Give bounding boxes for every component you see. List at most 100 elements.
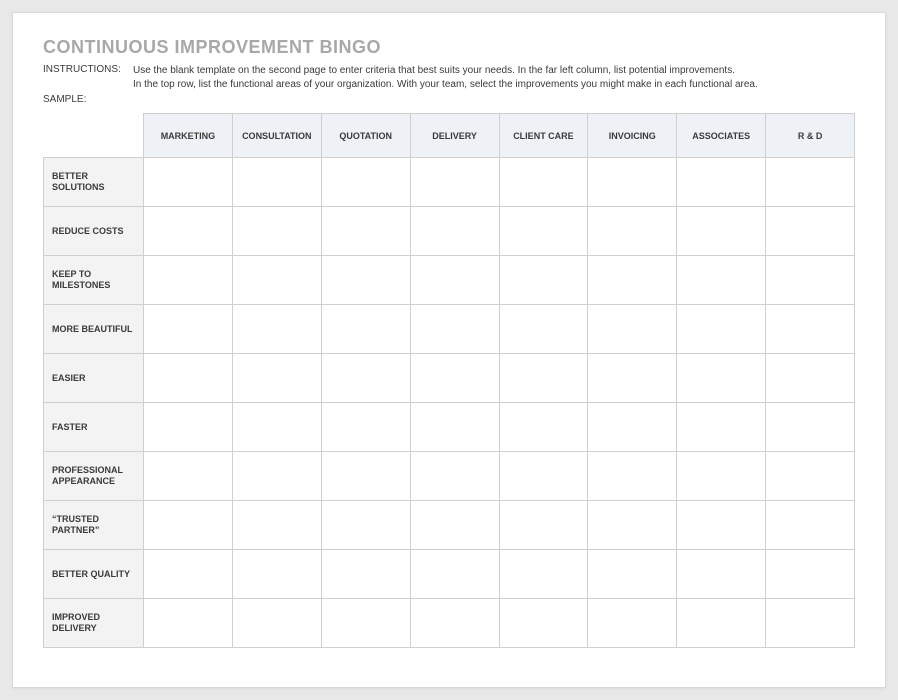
sample-row: SAMPLE: [43, 94, 855, 105]
cell [144, 256, 233, 305]
instructions-row: INSTRUCTIONS: Use the blank template on … [43, 64, 855, 92]
cell [321, 256, 410, 305]
table-row: IMPROVED DELIVERY [44, 599, 855, 648]
row-header: BETTER QUALITY [44, 550, 144, 599]
table-row: EASIER [44, 354, 855, 403]
cell [144, 550, 233, 599]
cell [232, 305, 321, 354]
row-header: PROFESSIONAL APPEARANCE [44, 452, 144, 501]
row-header: KEEP TO MILESTONES [44, 256, 144, 305]
cell [144, 207, 233, 256]
col-header: MARKETING [144, 114, 233, 158]
cell [677, 501, 766, 550]
row-header: MORE BEAUTIFUL [44, 305, 144, 354]
table-body: BETTER SOLUTIONS REDUCE COSTS KEEP TO MI… [44, 158, 855, 648]
col-header: DELIVERY [410, 114, 499, 158]
cell [499, 207, 588, 256]
table-row: FASTER [44, 403, 855, 452]
instructions-line2: In the top row, list the functional area… [133, 79, 758, 90]
sample-label: SAMPLE: [43, 94, 133, 105]
cell [410, 256, 499, 305]
cell [499, 501, 588, 550]
cell [588, 207, 677, 256]
cell [677, 550, 766, 599]
cell [410, 354, 499, 403]
cell [144, 158, 233, 207]
cell [410, 158, 499, 207]
cell [144, 452, 233, 501]
cell [410, 550, 499, 599]
cell [144, 354, 233, 403]
cell [321, 599, 410, 648]
cell [232, 256, 321, 305]
cell [144, 305, 233, 354]
cell [232, 501, 321, 550]
cell [144, 599, 233, 648]
cell [677, 207, 766, 256]
table-corner-cell [44, 114, 144, 158]
cell [232, 452, 321, 501]
cell [588, 305, 677, 354]
col-header: CONSULTATION [232, 114, 321, 158]
cell [766, 501, 855, 550]
cell [321, 501, 410, 550]
instructions-label: INSTRUCTIONS: [43, 64, 133, 92]
cell [410, 207, 499, 256]
cell [499, 305, 588, 354]
cell [766, 599, 855, 648]
cell [321, 354, 410, 403]
cell [588, 452, 677, 501]
cell [588, 550, 677, 599]
cell [588, 256, 677, 305]
cell [588, 501, 677, 550]
col-header: ASSOCIATES [677, 114, 766, 158]
table-row: REDUCE COSTS [44, 207, 855, 256]
cell [588, 403, 677, 452]
cell [410, 305, 499, 354]
cell [677, 599, 766, 648]
bingo-table: MARKETING CONSULTATION QUOTATION DELIVER… [43, 113, 855, 648]
document-page: CONTINUOUS IMPROVEMENT BINGO INSTRUCTION… [12, 12, 886, 688]
cell [499, 599, 588, 648]
cell [499, 550, 588, 599]
table-row: PROFESSIONAL APPEARANCE [44, 452, 855, 501]
cell [410, 452, 499, 501]
cell [499, 354, 588, 403]
col-header: INVOICING [588, 114, 677, 158]
table-row: MORE BEAUTIFUL [44, 305, 855, 354]
cell [766, 550, 855, 599]
cell [321, 403, 410, 452]
row-header: FASTER [44, 403, 144, 452]
cell [410, 501, 499, 550]
instructions-line1: Use the blank template on the second pag… [133, 65, 735, 76]
cell [766, 158, 855, 207]
cell [232, 354, 321, 403]
cell [144, 501, 233, 550]
cell [321, 452, 410, 501]
col-header: CLIENT CARE [499, 114, 588, 158]
table-row: KEEP TO MILESTONES [44, 256, 855, 305]
instructions-text: Use the blank template on the second pag… [133, 64, 855, 92]
col-header: QUOTATION [321, 114, 410, 158]
cell [588, 599, 677, 648]
row-header: REDUCE COSTS [44, 207, 144, 256]
cell [144, 403, 233, 452]
page-title: CONTINUOUS IMPROVEMENT BINGO [43, 37, 855, 58]
cell [766, 207, 855, 256]
table-header-row: MARKETING CONSULTATION QUOTATION DELIVER… [44, 114, 855, 158]
row-header: EASIER [44, 354, 144, 403]
cell [321, 550, 410, 599]
cell [232, 207, 321, 256]
cell [677, 305, 766, 354]
cell [766, 256, 855, 305]
row-header: “TRUSTED PARTNER” [44, 501, 144, 550]
cell [499, 452, 588, 501]
table-row: “TRUSTED PARTNER” [44, 501, 855, 550]
cell [766, 305, 855, 354]
cell [677, 354, 766, 403]
cell [677, 452, 766, 501]
cell [232, 599, 321, 648]
cell [499, 256, 588, 305]
cell [766, 403, 855, 452]
col-header: R & D [766, 114, 855, 158]
